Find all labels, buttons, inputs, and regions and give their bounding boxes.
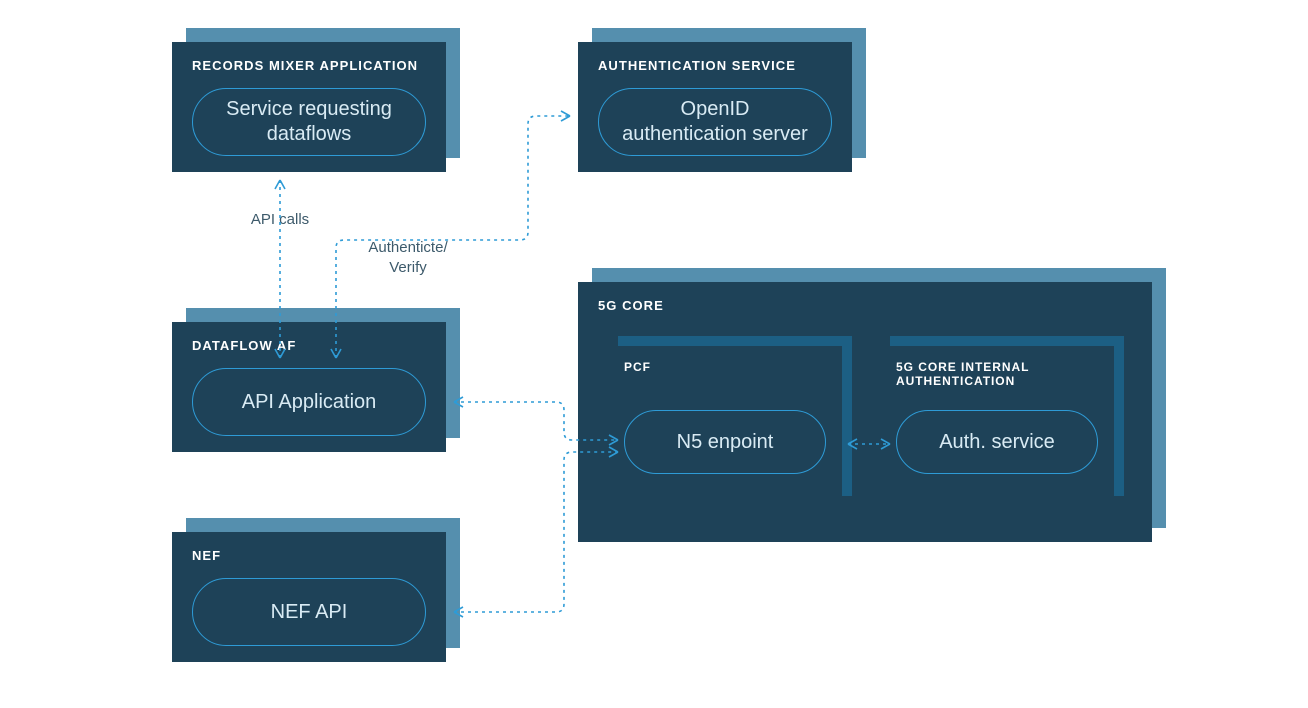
pill-nef-api: NEF API bbox=[192, 578, 426, 646]
panel-face: NEF NEF API bbox=[172, 532, 446, 662]
panel-title: NEF bbox=[192, 548, 426, 563]
pill-auth-service: Auth. service bbox=[896, 410, 1098, 474]
pill-n5-endpoint: N5 enpoint bbox=[624, 410, 826, 474]
panel-face: DATAFLOW AF API Application bbox=[172, 322, 446, 452]
edge-label-api-calls: API calls bbox=[240, 210, 320, 230]
pill-service-requesting-dataflows: Service requesting dataflows bbox=[192, 88, 426, 156]
panel-face: 5G CORE INTERNAL AUTHENTICATION Auth. se… bbox=[880, 346, 1114, 506]
panel-title: 5G CORE INTERNAL AUTHENTICATION bbox=[896, 360, 1098, 388]
panel-face: 5G CORE PCF N5 enpoint 5G CORE INTERNAL … bbox=[578, 282, 1152, 542]
panel-title: DATAFLOW AF bbox=[192, 338, 426, 353]
panel-face: AUTHENTICATION SERVICE OpenID authentica… bbox=[578, 42, 852, 172]
panel-dataflow-af: DATAFLOW AF API Application bbox=[172, 322, 446, 452]
panel-title: 5G CORE bbox=[598, 298, 1132, 313]
subpanel-pcf: PCF N5 enpoint bbox=[608, 346, 842, 506]
panel-nef: NEF NEF API bbox=[172, 532, 446, 662]
pill-api-application: API Application bbox=[192, 368, 426, 436]
panel-title: AUTHENTICATION SERVICE bbox=[598, 58, 832, 73]
subpanel-core-auth: 5G CORE INTERNAL AUTHENTICATION Auth. se… bbox=[880, 346, 1114, 506]
panel-title: RECORDS MIXER APPLICATION bbox=[192, 58, 426, 73]
panel-5g-core: 5G CORE PCF N5 enpoint 5G CORE INTERNAL … bbox=[578, 282, 1152, 542]
panel-records-mixer: RECORDS MIXER APPLICATION Service reques… bbox=[172, 42, 446, 172]
panel-title: PCF bbox=[624, 360, 826, 374]
panel-face: PCF N5 enpoint bbox=[608, 346, 842, 506]
panel-authentication-service: AUTHENTICATION SERVICE OpenID authentica… bbox=[578, 42, 852, 172]
panel-face: RECORDS MIXER APPLICATION Service reques… bbox=[172, 42, 446, 172]
edge-label-auth-verify: Authenticte/ Verify bbox=[348, 238, 468, 277]
pill-openid-auth-server: OpenID authentication server bbox=[598, 88, 832, 156]
